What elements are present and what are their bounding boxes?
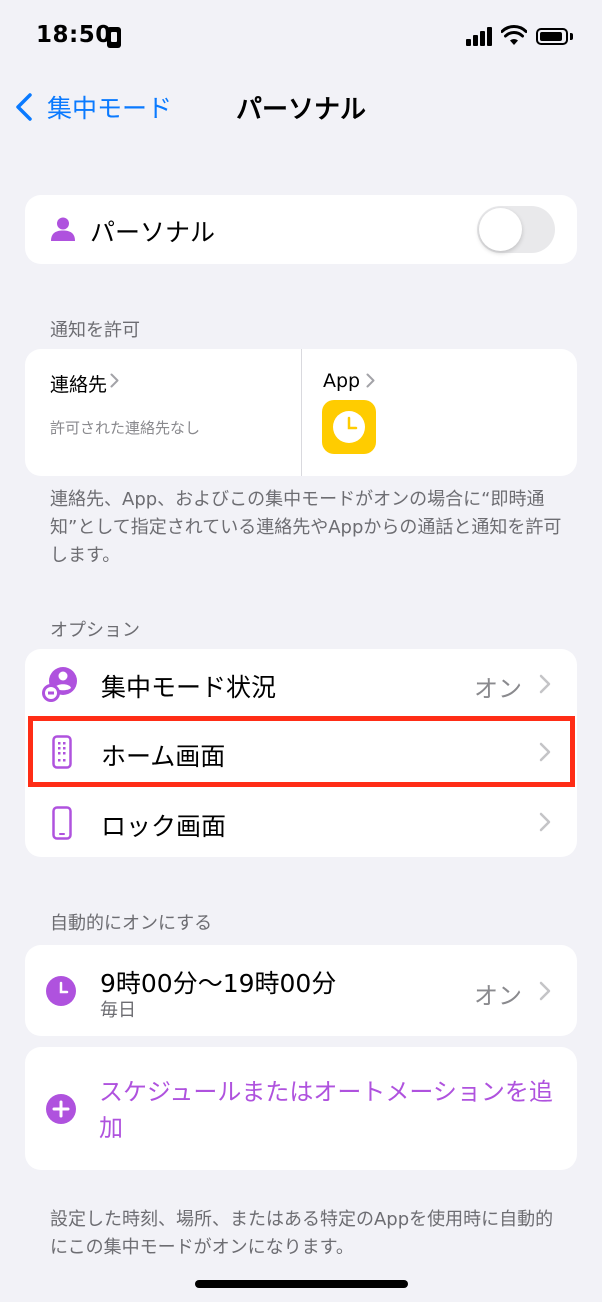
focus-toggle-switch[interactable] (477, 206, 555, 253)
schedule-value: オン (474, 982, 522, 1010)
person-icon (51, 217, 75, 241)
toggle-knob (479, 208, 522, 251)
option-row-focus-status[interactable]: 集中モード状況 オン (25, 649, 577, 718)
schedule-subtitle: 毎日 (100, 1000, 136, 1021)
home-indicator[interactable] (195, 1280, 408, 1288)
focus-toggle-card: パーソナル (25, 195, 577, 264)
chevron-right-icon (539, 674, 551, 694)
add-schedule-card[interactable]: スケジュールまたはオートメーションを追加 (25, 1047, 577, 1170)
section-header-auto-on: 自動的にオンにする (50, 913, 213, 934)
highlight-box (28, 716, 575, 787)
contacts-subtitle: 許可された連絡先なし (50, 419, 201, 437)
battery-tip-icon (570, 33, 573, 40)
focus-name-label: パーソナル (90, 218, 216, 247)
apps-chevron-icon (366, 373, 375, 388)
section-header-options: オプション (50, 620, 140, 641)
option-value: オン (474, 675, 522, 703)
option-label: ロック画面 (101, 812, 227, 841)
apps-cell[interactable]: App (302, 349, 577, 476)
status-time: 18:50 (36, 22, 112, 48)
schedule-title: 9時00分〜19時00分 (100, 969, 337, 998)
battery-icon (536, 28, 568, 45)
schedule-clock-icon (46, 976, 76, 1006)
cellular-signal-icon (466, 26, 494, 46)
add-schedule-button[interactable]: スケジュールまたはオートメーションを追加 (99, 1074, 554, 1146)
chevron-right-icon (539, 812, 551, 832)
chevron-right-icon (539, 981, 551, 1001)
plus-circle-icon (46, 1094, 76, 1124)
schedule-card[interactable]: 9時00分〜19時00分 毎日 オン (25, 945, 577, 1036)
option-row-lock-screen[interactable]: ロック画面 (25, 787, 577, 857)
auto-on-footnote: 設定した時刻、場所、またはある特定のAppを使用時に自動的にこの集中モードがオン… (50, 1209, 554, 1258)
allowed-notifications-card: 連絡先 許可された連絡先なし App (25, 349, 577, 476)
wifi-icon (501, 25, 527, 45)
lock-screen-icon (52, 806, 72, 840)
apps-title: App (323, 370, 361, 392)
section-header-allowed: 通知を許可 (50, 320, 140, 341)
clock-face-icon (333, 411, 365, 443)
page-title: パーソナル (235, 95, 366, 125)
focus-status-icon (42, 667, 77, 702)
sim-card-icon (107, 27, 121, 48)
allowed-footnote: 連絡先、App、およびこの集中モードがオンの場合に“即時通知”として指定されてい… (50, 489, 562, 566)
contacts-cell[interactable]: 連絡先 許可された連絡先なし (25, 349, 301, 476)
option-label: 集中モード状況 (101, 673, 277, 702)
clock-app-icon (322, 400, 376, 454)
contacts-title: 連絡先 (50, 374, 108, 396)
contacts-chevron-icon (110, 373, 119, 388)
